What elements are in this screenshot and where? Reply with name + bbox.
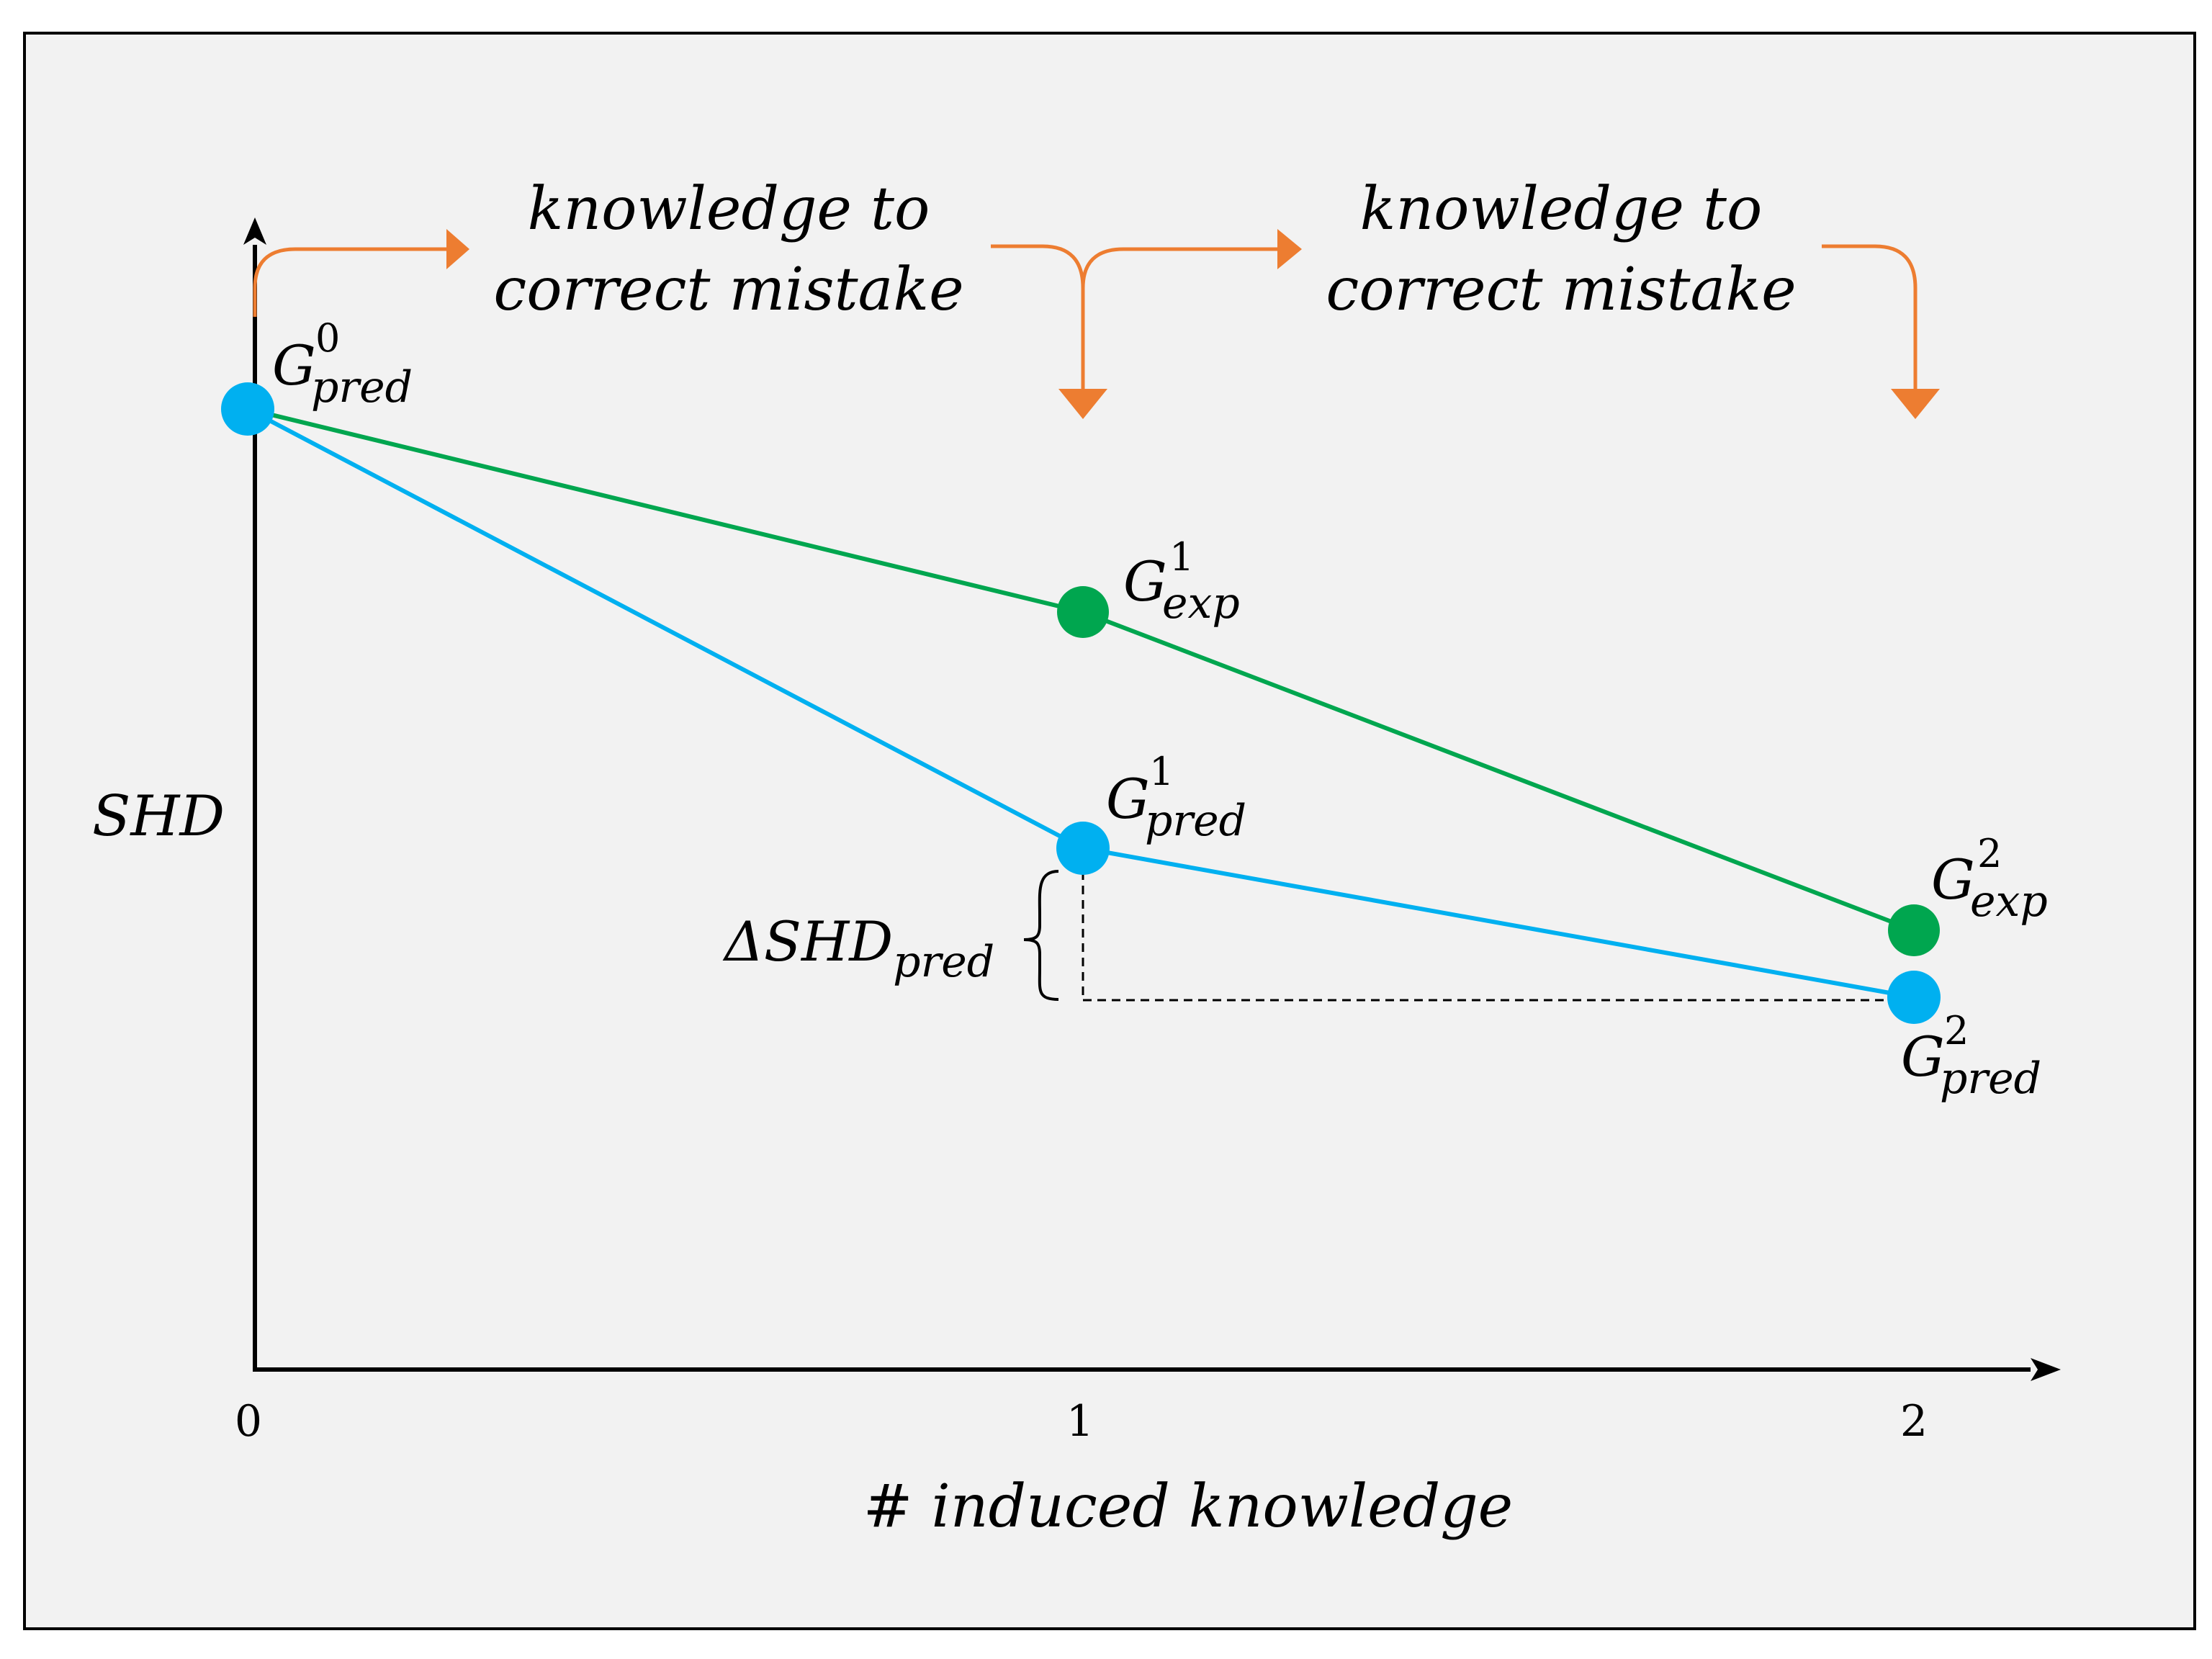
svg-text:G: G [1931, 848, 1975, 912]
pred-point-2 [1887, 971, 1941, 1024]
background-panel [23, 32, 2196, 1630]
svg-text:G: G [1106, 767, 1150, 831]
svg-text:pred: pred [311, 362, 413, 413]
svg-text:1: 1 [1169, 534, 1194, 580]
step-text-2-line-1: knowledge to [1360, 175, 1763, 243]
svg-text:1: 1 [1149, 749, 1174, 794]
svg-text:2: 2 [1977, 831, 2002, 876]
svg-text:pred: pred [1940, 1053, 2041, 1104]
svg-text:G: G [272, 333, 316, 397]
x-axis-title: # induced knowledge [863, 1473, 1513, 1541]
x-tick-label: 2 [1900, 1396, 1928, 1447]
exp-point-1 [1057, 586, 1109, 638]
exp-point-2 [1888, 904, 1940, 956]
svg-text:0: 0 [315, 315, 340, 361]
svg-text:exp: exp [1162, 578, 1240, 629]
shd-diagram: 0 1 2 # induced knowledge SHD ΔSHDpred G… [23, 32, 2196, 1630]
svg-text:G: G [1123, 549, 1167, 613]
x-tick-label: 0 [235, 1396, 262, 1447]
y-axis-title: SHD [92, 784, 225, 849]
step-text-1-line-1: knowledge to [528, 175, 930, 243]
x-tick-label: 1 [1066, 1396, 1094, 1447]
svg-text:exp: exp [1970, 876, 2048, 927]
svg-text:pred: pred [1145, 796, 1246, 846]
figure-canvas: 0 1 2 # induced knowledge SHD ΔSHDpred G… [0, 0, 2212, 1659]
pred-point-0 [221, 382, 274, 436]
step-text-1-line-2: correct mistake [493, 256, 963, 324]
step-text-2-line-2: correct mistake [1326, 256, 1796, 324]
svg-text:G: G [1901, 1025, 1945, 1089]
svg-text:2: 2 [1944, 1008, 1969, 1053]
pred-point-1 [1056, 822, 1110, 875]
